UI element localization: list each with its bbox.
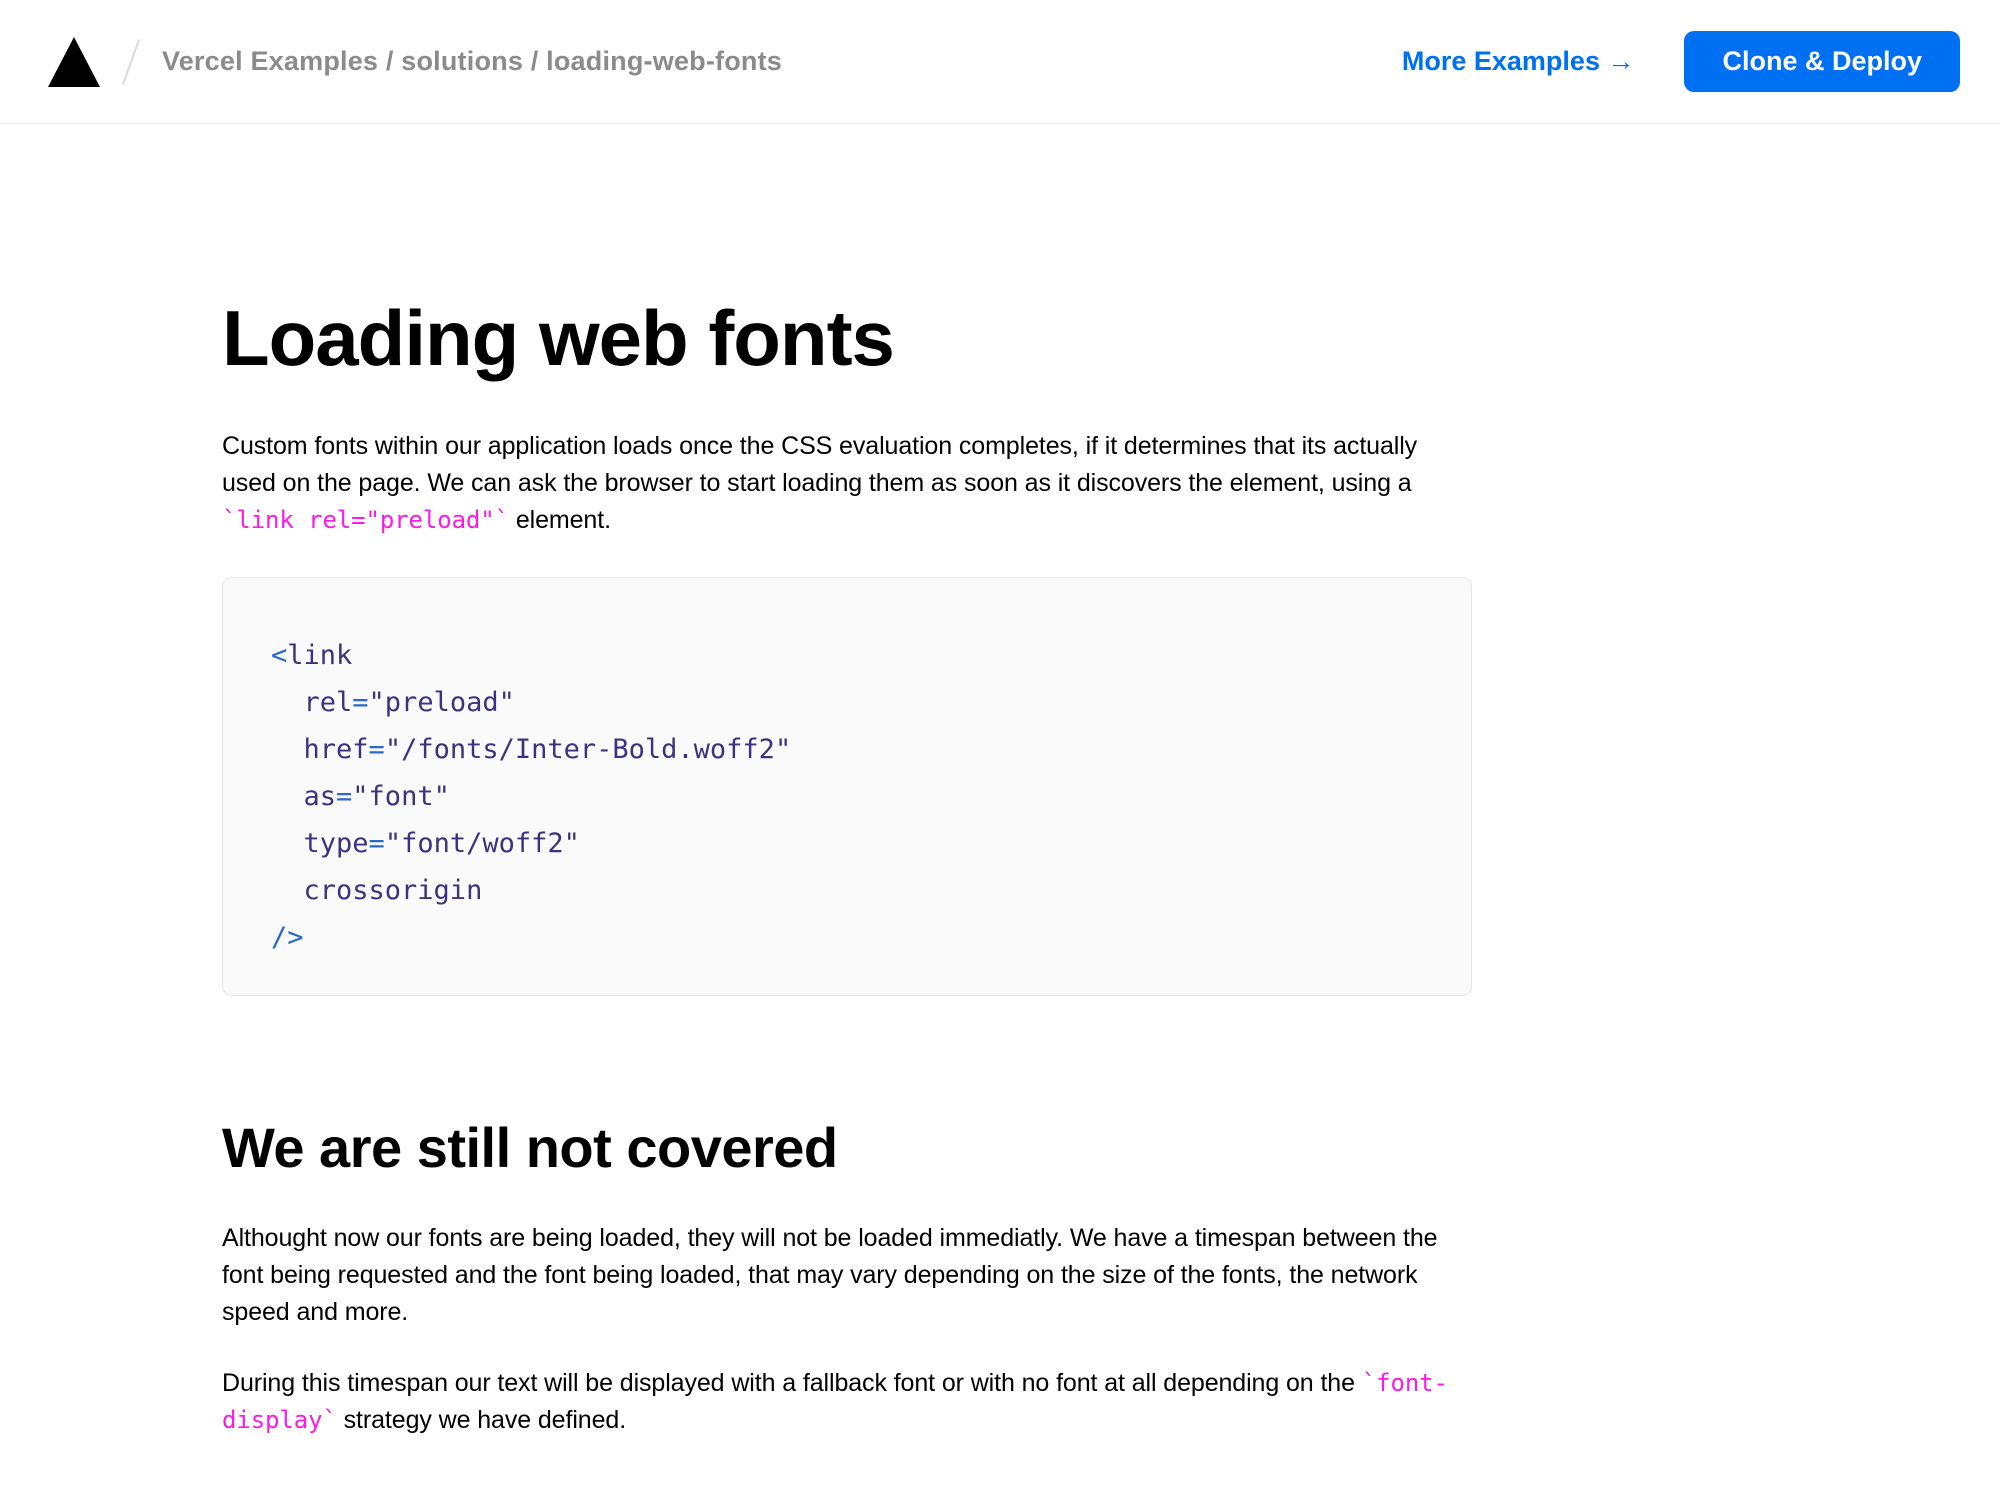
code-line: />	[271, 914, 1431, 961]
code-token: link	[287, 640, 352, 671]
section-paragraph-1: Althought now our fonts are being loaded…	[222, 1220, 1472, 1331]
clone-deploy-button[interactable]: Clone & Deploy	[1684, 31, 1960, 92]
header: Vercel Examples / solutions / loading-we…	[0, 0, 2000, 124]
code-token: =	[369, 734, 385, 765]
code-token: />	[271, 922, 304, 953]
breadcrumb-separator	[122, 39, 140, 85]
code-block: <link rel="preload" href="/fonts/Inter-B…	[222, 577, 1472, 996]
code-line: rel="preload"	[271, 679, 1431, 726]
code-line: <link	[271, 632, 1431, 679]
section-heading: We are still not covered	[222, 1116, 1472, 1180]
page-title: Loading web fonts	[222, 296, 1472, 382]
code-token: "preload"	[369, 687, 515, 718]
vercel-logo-icon[interactable]	[48, 37, 100, 87]
main-content: Loading web fonts Custom fonts within ou…	[0, 124, 1472, 1439]
header-actions: More Examples → Clone & Deploy	[1402, 31, 1960, 92]
paragraph2-text-before: During this timespan our text will be di…	[222, 1369, 1362, 1397]
code-line: crossorigin	[271, 867, 1431, 914]
code-token: =	[352, 687, 368, 718]
intro-text-after: element.	[509, 506, 611, 534]
code-snippet: <link rel="preload" href="/fonts/Inter-B…	[271, 632, 1431, 961]
intro-paragraph: Custom fonts within our application load…	[222, 428, 1472, 539]
section-paragraph-2: During this timespan our text will be di…	[222, 1365, 1472, 1439]
code-token: =	[336, 781, 352, 812]
code-line: type="font/woff2"	[271, 820, 1431, 867]
code-token: crossorigin	[271, 875, 482, 906]
intro-text-before: Custom fonts within our application load…	[222, 432, 1417, 497]
inline-code-link-preload: `link rel="preload"`	[222, 506, 509, 534]
code-token: =	[369, 828, 385, 859]
breadcrumb[interactable]: Vercel Examples / solutions / loading-we…	[162, 46, 782, 77]
code-token: type	[271, 828, 369, 859]
code-line: as="font"	[271, 773, 1431, 820]
code-token: "/fonts/Inter-Bold.woff2"	[385, 734, 791, 765]
code-token: "font"	[352, 781, 450, 812]
more-examples-link[interactable]: More Examples →	[1402, 46, 1635, 77]
code-token: as	[271, 781, 336, 812]
code-line: href="/fonts/Inter-Bold.woff2"	[271, 726, 1431, 773]
code-token: <	[271, 640, 287, 671]
code-token: href	[271, 734, 369, 765]
code-token: rel	[271, 687, 352, 718]
paragraph2-text-after: strategy we have defined.	[337, 1406, 626, 1434]
code-token: "font/woff2"	[385, 828, 580, 859]
